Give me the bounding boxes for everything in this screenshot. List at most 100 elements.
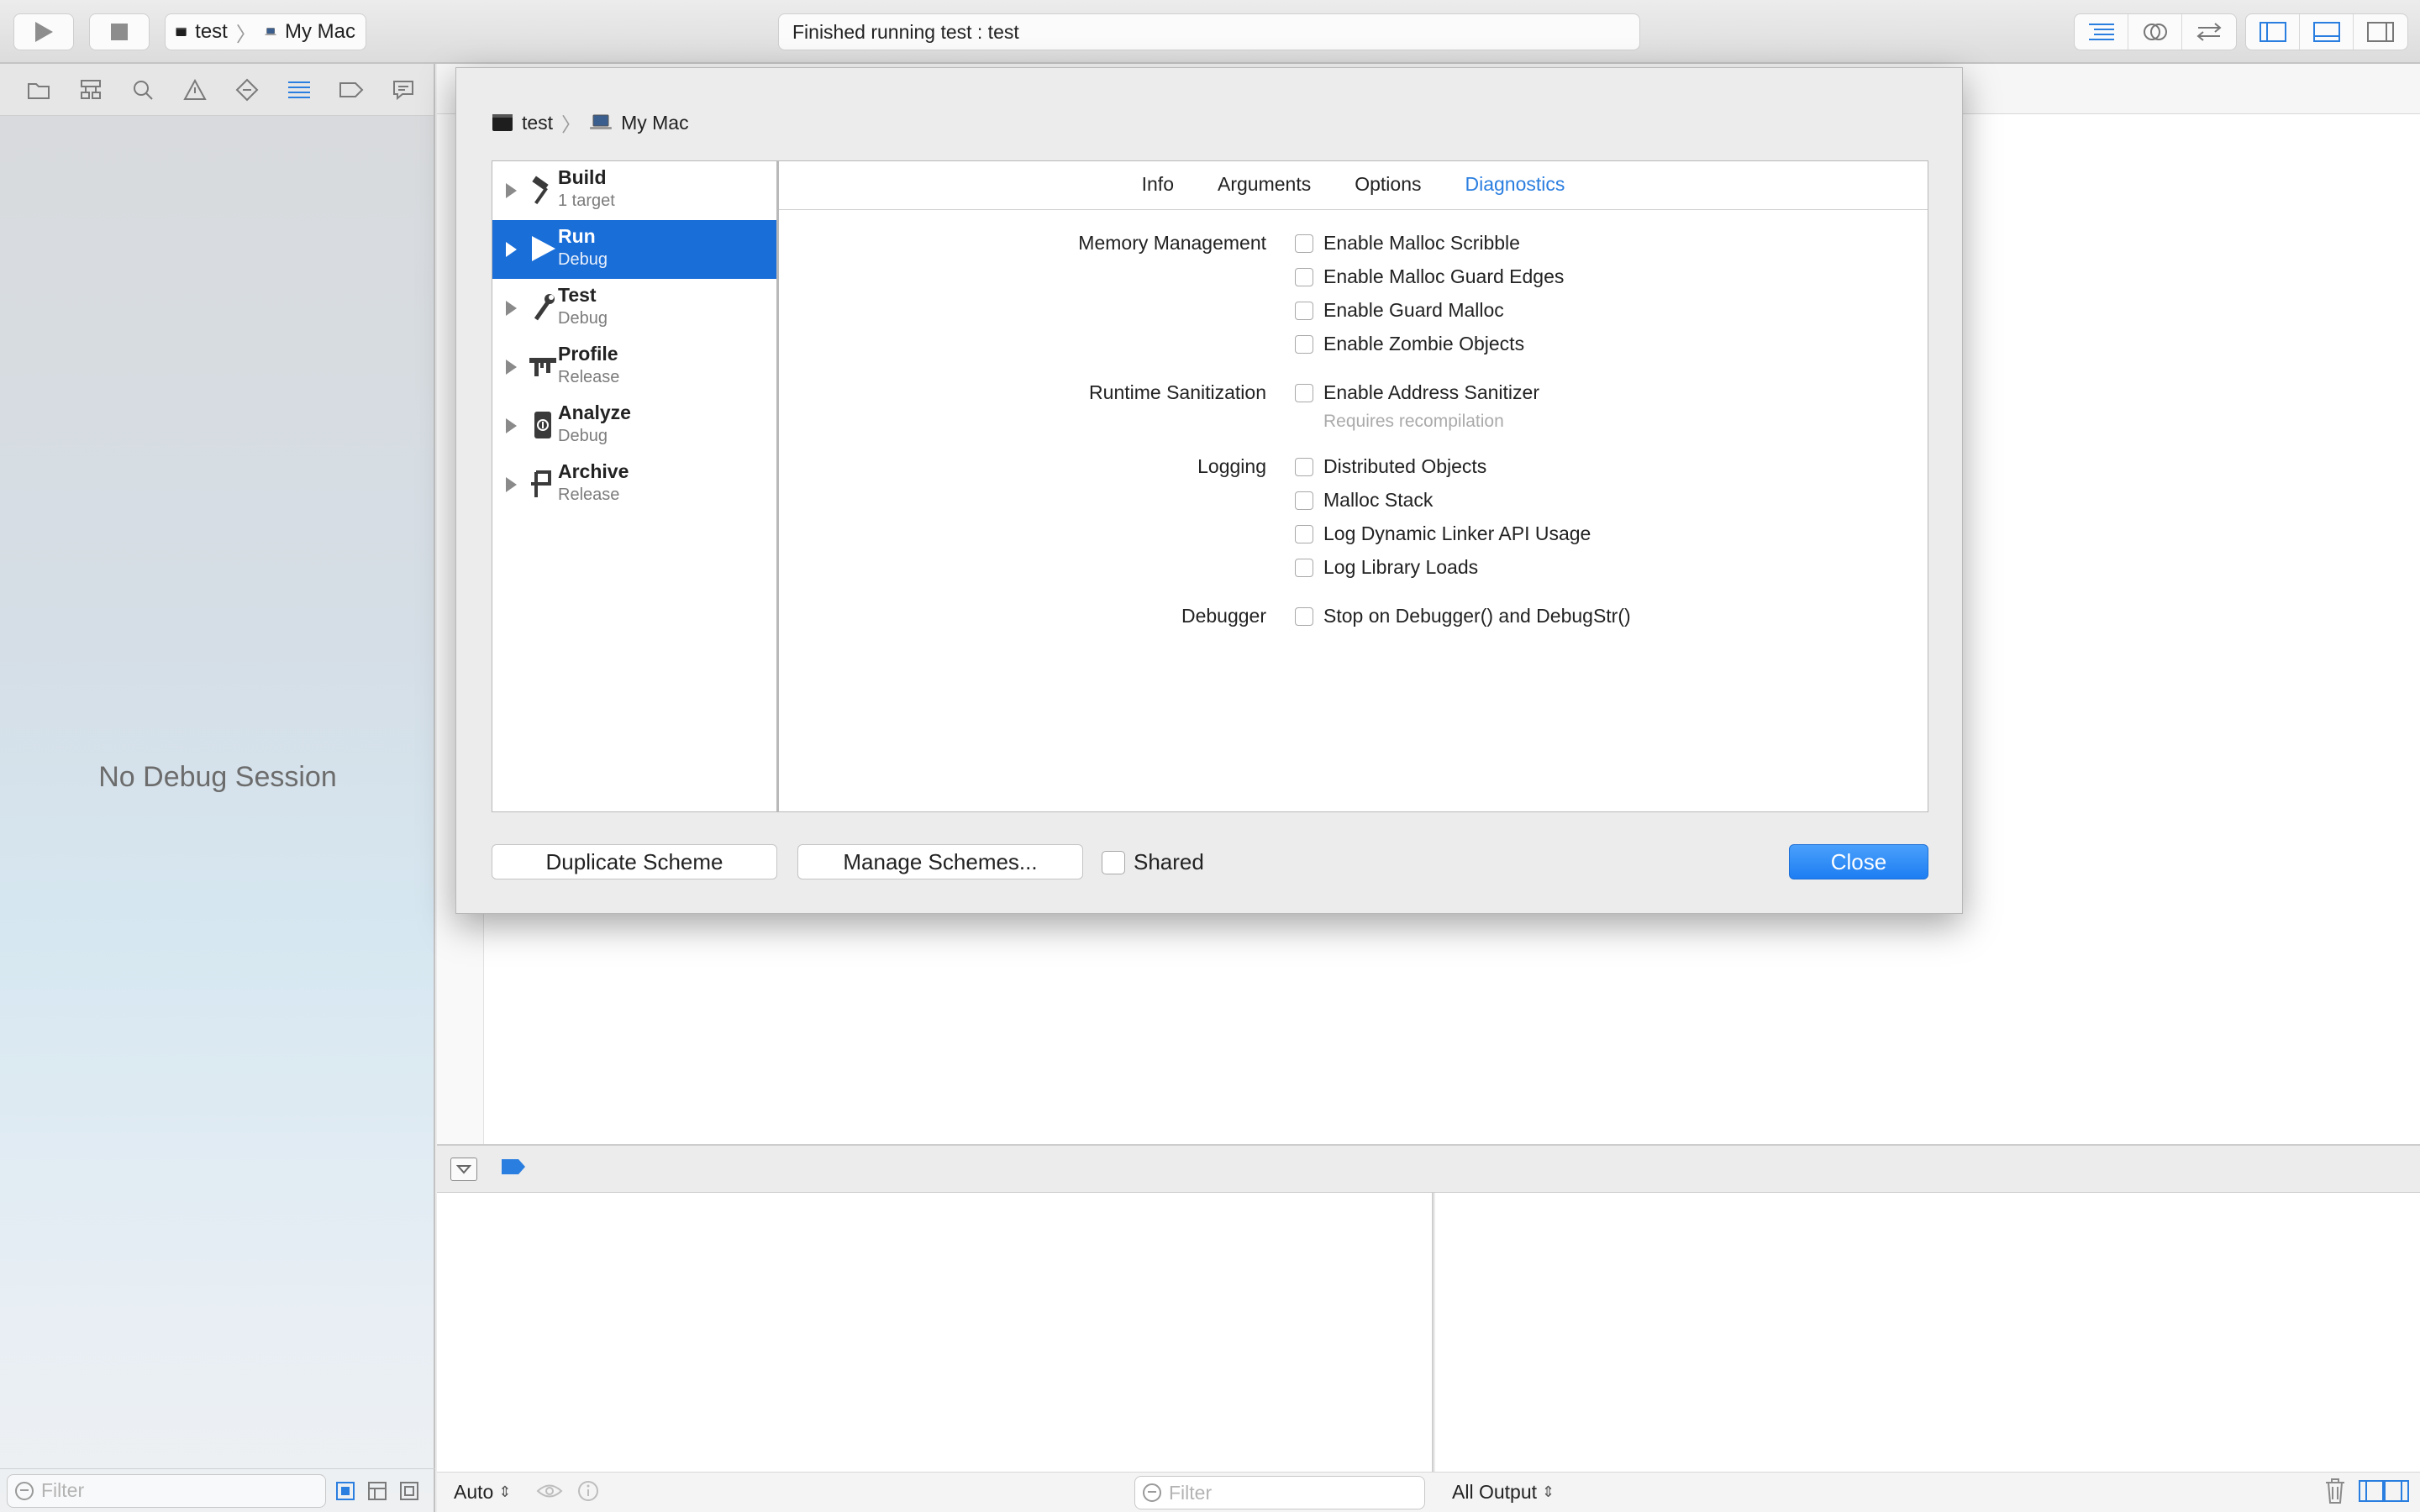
- disclosure-triangle-icon[interactable]: [506, 242, 517, 257]
- distributed-objects-checkbox[interactable]: [1295, 457, 1313, 476]
- assistant-editor-button[interactable]: [2128, 14, 2182, 50]
- project-navigator-tab[interactable]: [25, 76, 52, 103]
- hide-debug-area-button[interactable]: [450, 1157, 477, 1181]
- sheet-breadcrumb[interactable]: test 〉 My Mac: [492, 108, 689, 137]
- navigator-pane: No Debug Session Filter: [0, 64, 435, 1512]
- option-label: Log Library Loads: [1323, 556, 1479, 578]
- shared-label: Shared: [1134, 849, 1204, 874]
- shared-option[interactable]: Shared: [1102, 849, 1204, 875]
- breakpoints-toggle-button[interactable]: [501, 1158, 526, 1179]
- malloc-scribble-option[interactable]: Enable Malloc Scribble: [1295, 232, 1520, 255]
- tab-diagnostics[interactable]: Diagnostics: [1443, 161, 1586, 209]
- console-actions: [2324, 1478, 2410, 1504]
- library-loads-option[interactable]: Log Library Loads: [1295, 556, 1478, 579]
- scheme-action-test[interactable]: Test Debug: [492, 279, 776, 338]
- disclosure-triangle-icon[interactable]: [506, 477, 517, 492]
- text-lines-icon: [2088, 24, 2114, 40]
- run-button[interactable]: [13, 13, 74, 50]
- trash-icon[interactable]: [2324, 1478, 2346, 1504]
- disclosure-triangle-icon[interactable]: [506, 183, 517, 198]
- laptop-icon: [265, 28, 276, 36]
- split-view-icon[interactable]: [2358, 1478, 2410, 1504]
- variables-scope-selector[interactable]: Auto ⇕: [454, 1481, 511, 1504]
- show-queues-icon[interactable]: [397, 1478, 422, 1504]
- find-navigator-tab[interactable]: [129, 76, 156, 103]
- standard-editor-button[interactable]: [2075, 14, 2128, 50]
- disclosure-triangle-icon[interactable]: [506, 360, 517, 375]
- close-button[interactable]: Close: [1789, 844, 1928, 879]
- swap-arrows-icon: [2196, 23, 2222, 41]
- play-icon: [35, 22, 53, 42]
- disclosure-triangle-icon[interactable]: [506, 418, 517, 433]
- test-navigator-tab[interactable]: [234, 76, 260, 103]
- version-editor-button[interactable]: [2182, 14, 2236, 50]
- scheme-action-archive[interactable]: Archive Release: [492, 455, 776, 514]
- stop-on-debugger-option[interactable]: Stop on Debugger() and DebugStr(): [1295, 605, 1631, 627]
- sheet-scheme-name: test: [522, 111, 554, 134]
- scheme-action-analyze[interactable]: Analyze Debug: [492, 396, 776, 455]
- stop-button[interactable]: [89, 13, 150, 50]
- scheme-action-build[interactable]: Build 1 target: [492, 161, 776, 220]
- option-label: Malloc Stack: [1323, 489, 1434, 511]
- scheme-action-run[interactable]: Run Debug: [492, 220, 776, 279]
- info-icon[interactable]: [576, 1479, 600, 1503]
- zombie-objects-option[interactable]: Enable Zombie Objects: [1295, 333, 1524, 355]
- option-label: Enable Guard Malloc: [1323, 299, 1504, 321]
- play-icon: [526, 232, 560, 265]
- action-title: Build: [558, 166, 607, 188]
- breakpoint-navigator-tab[interactable]: [338, 76, 365, 103]
- malloc-guard-edges-checkbox[interactable]: [1295, 267, 1313, 286]
- navigator-filter-bar: Filter: [0, 1468, 435, 1512]
- address-sanitizer-checkbox[interactable]: [1295, 383, 1313, 402]
- dynamic-linker-option[interactable]: Log Dynamic Linker API Usage: [1295, 522, 1591, 545]
- editor-mode-group: [2074, 13, 2237, 50]
- report-navigator-tab[interactable]: [390, 76, 417, 103]
- action-title: Profile: [558, 343, 618, 365]
- guard-malloc-option[interactable]: Enable Guard Malloc: [1295, 299, 1504, 322]
- toggle-navigator-button[interactable]: [2246, 14, 2300, 50]
- tab-info[interactable]: Info: [1120, 161, 1196, 209]
- manage-schemes-button[interactable]: Manage Schemes...: [797, 844, 1083, 879]
- zombie-objects-checkbox[interactable]: [1295, 334, 1313, 354]
- issue-navigator-tab[interactable]: [182, 76, 208, 103]
- malloc-scribble-checkbox[interactable]: [1295, 234, 1313, 253]
- guard-malloc-checkbox[interactable]: [1295, 301, 1313, 320]
- stop-on-debugger-checkbox[interactable]: [1295, 606, 1313, 626]
- toggle-debug-area-button[interactable]: [2300, 14, 2354, 50]
- show-thread-icon[interactable]: [333, 1478, 358, 1504]
- toggle-inspector-button[interactable]: [2354, 14, 2407, 50]
- malloc-stack-option[interactable]: Malloc Stack: [1295, 489, 1433, 512]
- filter-icon: [15, 1481, 34, 1500]
- window-toolbar: test 〉 My Mac Finished running test : te…: [0, 0, 2420, 64]
- quick-look-eye-icon[interactable]: [536, 1482, 563, 1500]
- console-output-selector[interactable]: All Output ⇕: [1452, 1481, 1555, 1504]
- debug-navigator-tab[interactable]: [286, 76, 313, 103]
- action-subtitle: Debug: [558, 427, 608, 445]
- symbol-navigator-tab[interactable]: [77, 76, 104, 103]
- disclosure-triangle-icon[interactable]: [506, 301, 517, 316]
- scheme-selector[interactable]: test 〉 My Mac: [165, 13, 366, 50]
- up-down-chevron-icon: ⇕: [1542, 1483, 1555, 1500]
- tab-options[interactable]: Options: [1333, 161, 1443, 209]
- show-stack-icon[interactable]: [365, 1478, 390, 1504]
- right-panel-icon: [2367, 22, 2394, 42]
- malloc-stack-checkbox[interactable]: [1295, 491, 1313, 510]
- debug-bar: [437, 1144, 2420, 1193]
- recompilation-hint: Requires recompilation: [1323, 412, 1504, 431]
- chevron-down-icon: [456, 1164, 471, 1174]
- console-view[interactable]: [1435, 1193, 2420, 1472]
- dynamic-linker-checkbox[interactable]: [1295, 524, 1313, 543]
- scheme-action-profile[interactable]: Profile Release: [492, 338, 776, 396]
- tab-arguments[interactable]: Arguments: [1196, 161, 1333, 209]
- address-sanitizer-option[interactable]: Enable Address Sanitizer: [1295, 381, 1539, 404]
- distributed-objects-option[interactable]: Distributed Objects: [1295, 455, 1486, 478]
- activity-status-text: Finished running test : test: [792, 20, 1019, 43]
- variables-filter-input[interactable]: Filter: [1134, 1476, 1425, 1509]
- navigator-filter-input[interactable]: Filter: [7, 1473, 326, 1508]
- duplicate-scheme-button[interactable]: Duplicate Scheme: [492, 844, 777, 879]
- shared-checkbox[interactable]: [1102, 850, 1125, 874]
- malloc-guard-edges-option[interactable]: Enable Malloc Guard Edges: [1295, 265, 1564, 288]
- left-panel-icon: [2259, 22, 2286, 42]
- variables-scope-label: Auto: [454, 1481, 494, 1503]
- library-loads-checkbox[interactable]: [1295, 558, 1313, 577]
